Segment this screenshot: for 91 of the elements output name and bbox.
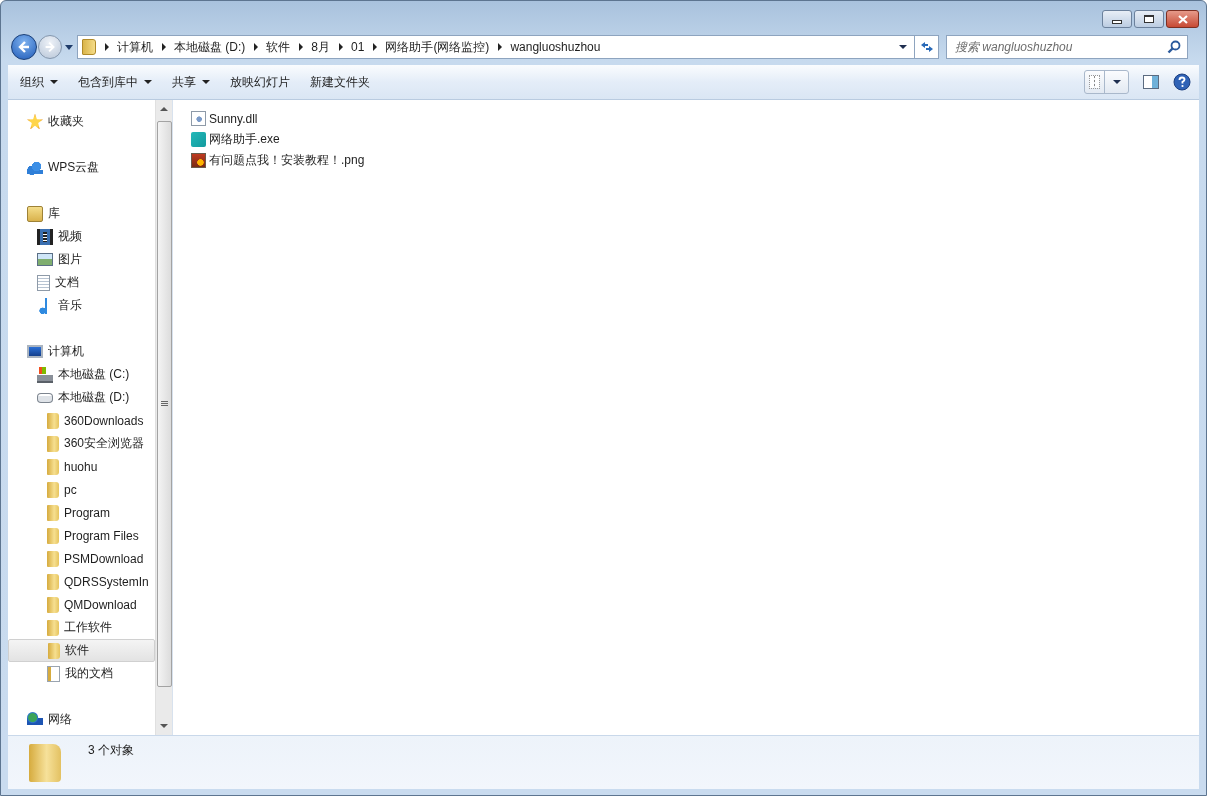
file-item[interactable]: Sunny.dll (191, 108, 262, 129)
sidebar-item[interactable]: 图片 (8, 248, 155, 271)
left-arrow-icon (16, 39, 32, 55)
scroll-thumb[interactable] (156, 121, 172, 687)
monitor-icon (27, 345, 43, 358)
sidebar-item[interactable]: Program Files (8, 524, 155, 547)
folder-icon (47, 412, 59, 429)
folder-icon (47, 504, 59, 521)
image-file-icon (191, 153, 206, 168)
folder-icon (47, 527, 59, 544)
help-icon[interactable] (1173, 73, 1191, 91)
folder-icon (47, 435, 59, 452)
chevron-icon[interactable] (105, 43, 109, 51)
sidebar-item[interactable]: 库 (8, 202, 155, 225)
caret-icon (1113, 80, 1121, 84)
folder-icon (48, 642, 60, 659)
sidebar-item[interactable]: 文档 (8, 271, 155, 294)
minimize-button[interactable] (1102, 10, 1132, 28)
chevron-icon[interactable] (162, 43, 166, 51)
toolbar-button[interactable]: 新建文件夹 (302, 69, 378, 95)
sidebar-item[interactable]: PSMDownload (8, 547, 155, 570)
sidebar-item[interactable]: 360Downloads (8, 409, 155, 432)
drive-icon (37, 392, 53, 403)
scroll-up-icon[interactable] (160, 107, 168, 111)
cloud-icon (27, 159, 43, 176)
scrollbar[interactable] (155, 100, 172, 735)
breadcrumb-item[interactable]: 软件 (266, 38, 291, 56)
address-bar[interactable]: 计算机 本地磁盘 (D:) 软件 8月 01 网络助手(网络监控) wangluoshuzhou (77, 35, 915, 59)
caret-icon[interactable] (899, 45, 907, 49)
file-item[interactable]: 有问题点我！安装教程！.png (191, 150, 369, 171)
breadcrumb-item[interactable]: 01 (351, 40, 365, 54)
globe-monitor-icon (27, 711, 43, 728)
sidebar-item[interactable]: QMDownload (8, 593, 155, 616)
sidebar-item[interactable]: 工作软件 (8, 616, 155, 639)
document-icon (37, 274, 50, 291)
chevron-icon[interactable] (373, 43, 378, 51)
sidebar-item[interactable]: pc (8, 478, 155, 501)
folder-icon (47, 550, 59, 567)
search-icon (1167, 40, 1181, 54)
breadcrumb-item[interactable]: 本地磁盘 (D:) (174, 38, 246, 56)
chevron-icon[interactable] (498, 43, 503, 51)
chevron-icon[interactable] (299, 43, 304, 51)
folder-icon (47, 481, 59, 498)
sidebar-item[interactable]: QDRSSystemIn (8, 570, 155, 593)
view-grid-icon (1090, 76, 1099, 88)
library-folder-icon (27, 205, 43, 222)
toolbar-button[interactable]: 组织 (12, 69, 66, 95)
refresh-button[interactable] (915, 35, 939, 59)
back-button[interactable] (11, 34, 37, 60)
breadcrumb-item[interactable]: 8月 (311, 38, 330, 56)
preview-pane-icon[interactable] (1143, 75, 1159, 89)
folder-icon (82, 39, 96, 55)
sidebar-item[interactable]: Program (8, 501, 155, 524)
film-icon (37, 228, 53, 245)
sidebar-item[interactable]: 视频 (8, 225, 155, 248)
folder-icon (47, 596, 59, 613)
sidebar-item[interactable]: 本地磁盘 (C:) (8, 363, 155, 386)
right-arrow-icon (43, 40, 57, 54)
sidebar-item[interactable]: WPS云盘 (8, 156, 155, 179)
view-options-button[interactable] (1084, 70, 1129, 94)
search-field[interactable]: 搜索 wangluoshuzhou (946, 35, 1188, 59)
breadcrumb-item[interactable]: 计算机 (117, 38, 153, 56)
toolbar-button[interactable]: 包含到库中 (70, 69, 160, 95)
sidebar-item[interactable]: 360安全浏览器 (8, 432, 155, 455)
toolbar-button[interactable]: 放映幻灯片 (222, 69, 298, 95)
folder-icon (47, 619, 59, 636)
sidebar-item[interactable]: 本地磁盘 (D:) (8, 386, 155, 409)
breadcrumb-item[interactable]: 网络助手(网络监控) (385, 38, 490, 56)
folder-icon (47, 458, 59, 475)
sidebar-item[interactable]: huohu (8, 455, 155, 478)
item-count: 3 个对象 (88, 742, 134, 759)
sidebar-item[interactable]: 我的文档 (8, 662, 155, 685)
close-button[interactable] (1166, 10, 1199, 28)
sidebar-item[interactable]: 网络 (8, 708, 155, 731)
chevron-icon[interactable] (254, 43, 259, 51)
folder-icon (29, 744, 61, 782)
breadcrumb-item[interactable]: wangluoshuzhou (510, 40, 601, 54)
sidebar-item[interactable]: 音乐 (8, 294, 155, 317)
sidebar-item[interactable]: 收藏夹 (8, 110, 155, 133)
file-item[interactable]: 网络助手.exe (191, 129, 284, 150)
folder-icon (47, 573, 59, 590)
chevron-icon[interactable] (339, 43, 343, 51)
maximize-button[interactable] (1134, 10, 1164, 28)
picture-icon (37, 253, 53, 266)
sidebar-item[interactable]: 计算机 (8, 340, 155, 363)
close-icon (1177, 14, 1188, 24)
sidebar-item[interactable]: 软件 (8, 639, 155, 662)
scroll-down-icon[interactable] (160, 724, 168, 728)
search-input: 搜索 wangluoshuzhou (953, 39, 1167, 55)
toolbar-button[interactable]: 共享 (164, 69, 218, 95)
folder-icon (47, 665, 60, 682)
